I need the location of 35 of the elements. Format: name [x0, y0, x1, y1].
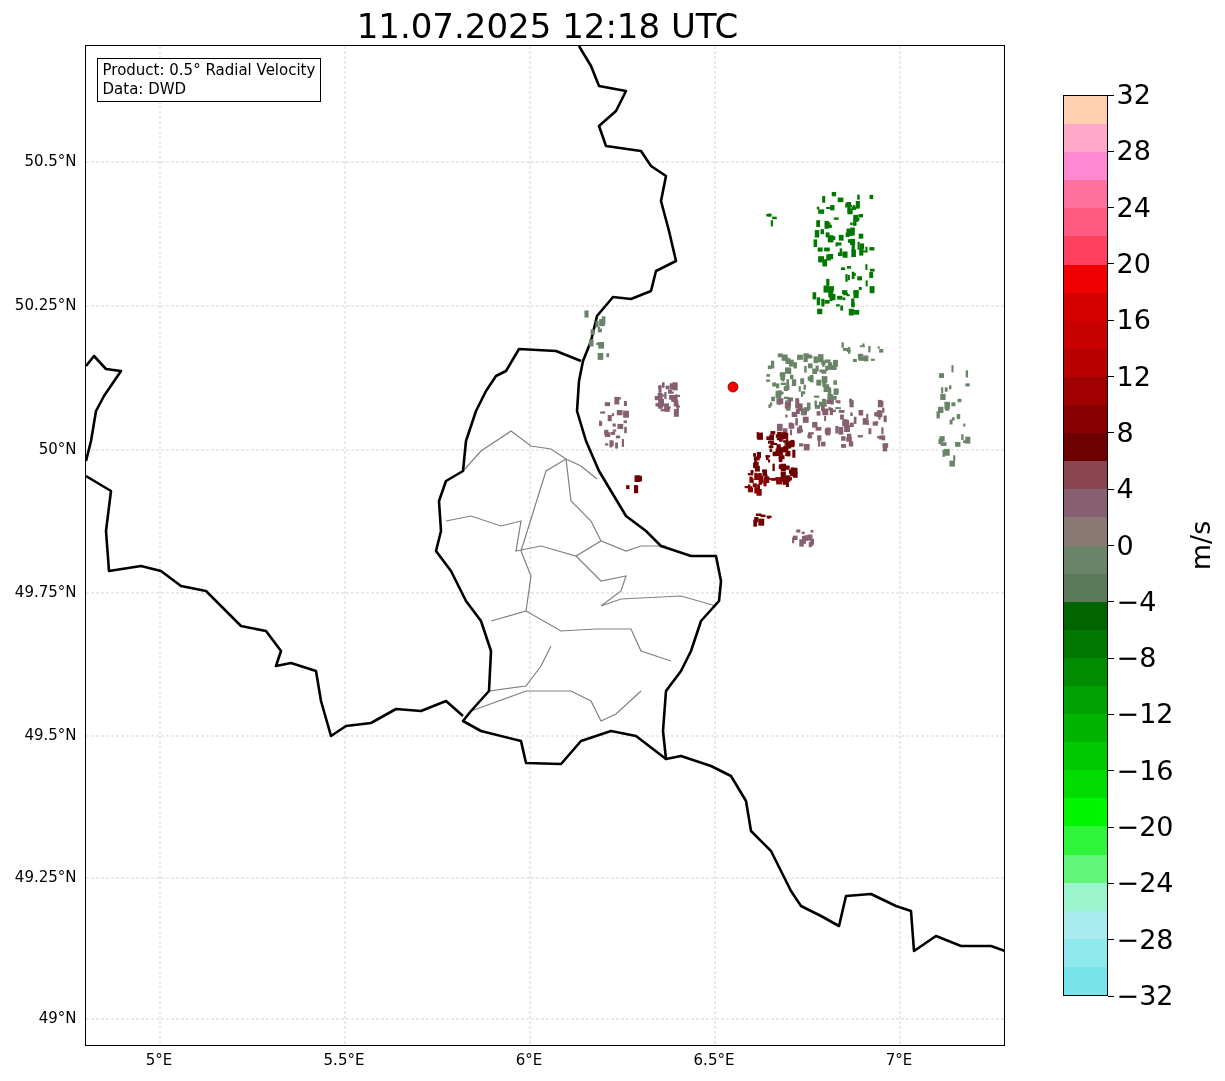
- tick-label: −24: [1116, 868, 1174, 899]
- tick-label: 24: [1116, 192, 1151, 223]
- tick-label: −4: [1116, 586, 1157, 617]
- tick-label: 16: [1116, 305, 1151, 336]
- tick-label: 0: [1116, 530, 1134, 561]
- tick-label: −8: [1116, 643, 1157, 674]
- tick-mark: [1107, 995, 1114, 997]
- axis-label: 5.5°E: [323, 1051, 365, 1069]
- tick-label: 12: [1116, 361, 1151, 392]
- axis-label: 50°N: [38, 440, 77, 458]
- axis-label: 6°E: [515, 1051, 543, 1069]
- radar-site-marker: [727, 381, 738, 393]
- info-text: Data: DWD: [102, 80, 188, 99]
- axis-label: 50.25°N: [14, 296, 77, 314]
- tick-label: −32: [1116, 981, 1174, 1011]
- axis-label: 6.5°E: [693, 1051, 735, 1069]
- tick-label: −12: [1116, 699, 1174, 730]
- tick-label: −16: [1116, 755, 1174, 786]
- info-text: Product: 0.5° Radial Velocity: [102, 61, 316, 80]
- tick-label: 32: [1116, 80, 1151, 110]
- axis-label: 50.5°N: [24, 152, 77, 170]
- axis-label: 7°E: [885, 1051, 913, 1069]
- tick-label: 4: [1116, 474, 1134, 505]
- chart-title: 11.07.2025 12:18 UTC: [355, 5, 740, 45]
- colorbar-label: m/s: [1184, 520, 1216, 571]
- axis-label: 49.75°N: [14, 583, 77, 601]
- axis-label: 5°E: [145, 1051, 173, 1069]
- tick-label: 28: [1116, 136, 1151, 167]
- tick-label: 20: [1116, 248, 1151, 279]
- tick-label: −28: [1116, 924, 1174, 955]
- axis-label: 49°N: [38, 1009, 77, 1027]
- axis-label: 49.5°N: [24, 726, 77, 744]
- tick-label: 8: [1116, 417, 1134, 448]
- tick-label: −20: [1116, 812, 1174, 843]
- axis-label: 49.25°N: [14, 868, 77, 886]
